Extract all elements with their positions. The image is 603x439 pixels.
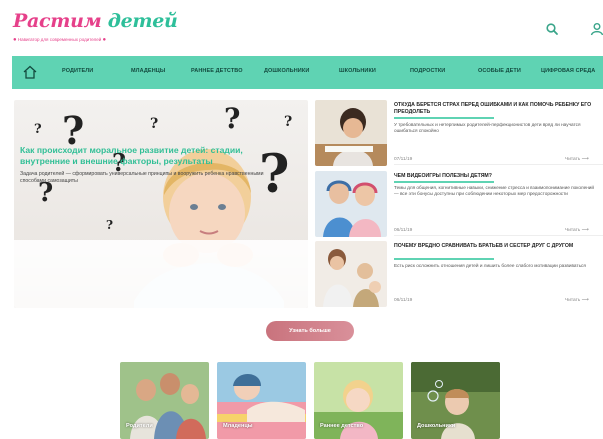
article-card[interactable]: ПОЧЕМУ ВРЕДНО СРАВНИВАТЬ БРАТЬЕВ И СЕСТЕ… — [315, 241, 603, 307]
category-label: Дошкольники — [417, 423, 456, 429]
search-icon[interactable] — [545, 22, 559, 36]
article-thumbnail — [315, 171, 387, 237]
arrow-right-icon: ⟶ — [581, 298, 589, 303]
article-date: 07/11/19 — [394, 157, 413, 162]
nav-item-preschoolers[interactable]: ДОШКОЛЬНИКИ — [264, 68, 309, 74]
nav-item-schoolkids[interactable]: ШКОЛЬНИКИ — [339, 68, 376, 74]
learn-more-button[interactable]: Узнать больше — [266, 321, 354, 341]
nav-item-infants[interactable]: МЛАДЕНЦЫ — [131, 68, 165, 74]
article-title[interactable]: ПОЧЕМУ ВРЕДНО СРАВНИВАТЬ БРАТЬЕВ И СЕСТЕ… — [394, 243, 600, 250]
site-header: Растим детей ● Навигатор для современных… — [0, 0, 603, 56]
article-date: 06/11/19 — [394, 228, 413, 233]
arrow-right-icon: ⟶ — [581, 228, 589, 233]
nav-item-digital[interactable]: ЦИФРОВАЯ СРЕДА — [541, 68, 595, 74]
article-accent-line — [394, 117, 494, 119]
site-tagline: ● Навигатор для современных родителей ● — [13, 37, 107, 43]
article-accent-line — [394, 181, 494, 183]
category-tile-early-childhood[interactable]: Раннее детство — [314, 362, 403, 439]
question-mark-decor: ? — [34, 122, 42, 137]
hero-description: Задача родителей — сформировать универса… — [20, 171, 264, 184]
logo-word-2: детей — [107, 10, 178, 32]
divider — [394, 235, 603, 236]
logo-word-1: Растим — [13, 10, 102, 32]
article-accent-line — [394, 258, 494, 260]
arrow-right-icon: ⟶ — [581, 157, 589, 162]
article-thumbnail — [315, 241, 387, 307]
user-icon[interactable] — [590, 22, 603, 36]
article-card[interactable]: ЧЕМ ВИДЕОИГРЫ ПОЛЕЗНЫ ДЕТЯМ? Темы для об… — [315, 171, 603, 237]
nav-item-early-childhood[interactable]: РАННЕЕ ДЕТСТВО — [191, 68, 243, 74]
tagline-text: Навигатор для современных родителей — [17, 37, 102, 42]
article-excerpt: У требовательных и нетерпимых родителей-… — [394, 122, 581, 133]
article-excerpt: Есть риск осложнить отношения детей и ли… — [394, 263, 586, 268]
category-label: Младенцы — [223, 423, 253, 429]
hero-featured-article[interactable]: ? ? ? ? ? ? ? ? ? — [14, 100, 308, 308]
category-tile-preschoolers[interactable]: Дошкольники — [411, 362, 500, 439]
article-thumbnail — [315, 100, 387, 166]
article-excerpt: Темы для общения, когнитивные навыки, сн… — [394, 185, 595, 196]
divider — [394, 164, 603, 165]
category-tile-infants[interactable]: Младенцы — [217, 362, 306, 439]
question-mark-decor: ? — [224, 102, 241, 135]
question-mark-decor: ? — [106, 218, 114, 232]
read-more-link[interactable]: Читать ⟶ — [565, 298, 589, 303]
main-nav: РОДИТЕЛИ МЛАДЕНЦЫ РАННЕЕ ДЕТСТВО ДОШКОЛЬ… — [12, 56, 603, 89]
question-mark-decor: ? — [150, 116, 159, 132]
article-date: 06/11/19 — [394, 298, 413, 303]
category-label: Родители — [126, 423, 153, 429]
read-more-link[interactable]: Читать ⟶ — [565, 228, 589, 233]
question-mark-decor: ? — [284, 114, 293, 130]
article-title[interactable]: ОТКУДА БЕРЕТСЯ СТРАХ ПЕРЕД ОШИБКАМИ И КА… — [394, 102, 600, 115]
read-label: Читать — [565, 157, 581, 162]
nav-item-special-kids[interactable]: ОСОБЫЕ ДЕТИ — [478, 68, 521, 74]
category-label: Раннее детство — [320, 423, 364, 429]
nav-item-parents[interactable]: РОДИТЕЛИ — [62, 68, 93, 74]
hero-caption-bg — [14, 240, 308, 308]
home-icon[interactable] — [22, 65, 38, 79]
read-label: Читать — [565, 298, 581, 303]
hero-title[interactable]: Как происходит моральное развитие детей:… — [20, 145, 288, 167]
nav-item-teens[interactable]: ПОДРОСТКИ — [410, 68, 445, 74]
article-title[interactable]: ЧЕМ ВИДЕОИГРЫ ПОЛЕЗНЫ ДЕТЯМ? — [394, 173, 600, 180]
category-tile-parents[interactable]: Родители — [120, 362, 209, 439]
site-logo[interactable]: Растим детей — [13, 10, 178, 32]
article-card[interactable]: ОТКУДА БЕРЕТСЯ СТРАХ ПЕРЕД ОШИБКАМИ И КА… — [315, 100, 603, 166]
read-more-link[interactable]: Читать ⟶ — [565, 157, 589, 162]
read-label: Читать — [565, 228, 581, 233]
